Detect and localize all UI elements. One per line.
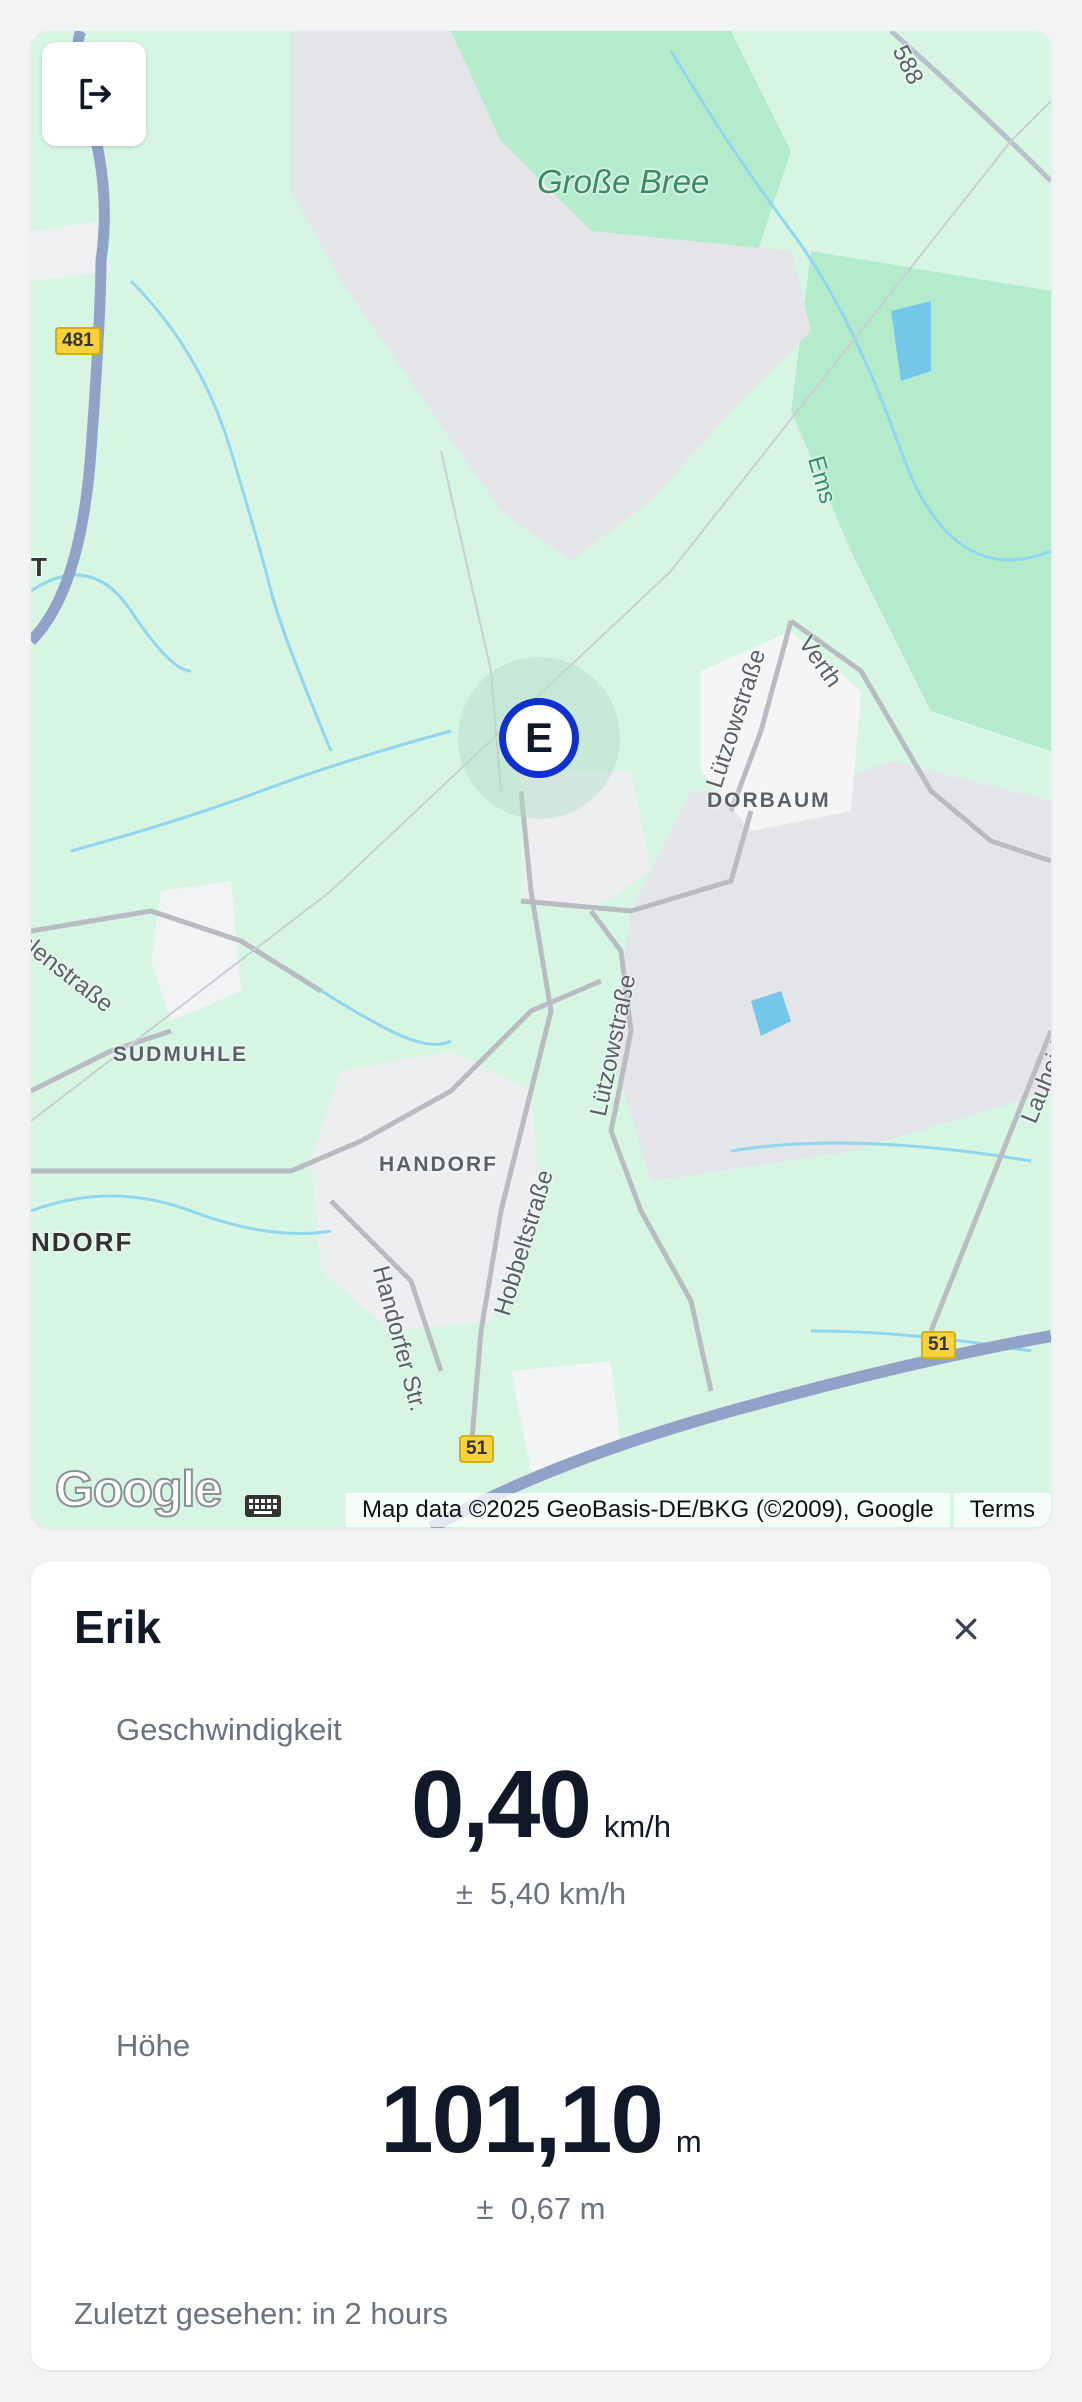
close-button[interactable] bbox=[941, 1604, 991, 1654]
altitude-label: Höhe bbox=[116, 2028, 191, 2063]
person-name: Erik bbox=[74, 1601, 161, 1653]
last-seen-text: Zuletzt gesehen: in 2 hours bbox=[74, 2296, 448, 2331]
altitude-unit: m bbox=[675, 2124, 702, 2159]
person-info-card: Erik Geschwindigkeit 0,40 km/h ± 5,40 km… bbox=[31, 1562, 1051, 2370]
altitude-value: 101,10 bbox=[380, 2066, 664, 2173]
map-view[interactable]: Große Bree DORBAUM SUDMUHLE HANDORF NDOR… bbox=[31, 31, 1051, 1528]
keyboard-shortcuts-icon[interactable] bbox=[244, 1494, 282, 1518]
place-label-handorf: HANDORF bbox=[379, 1153, 498, 1176]
place-label-ndorf: NDORF bbox=[31, 1227, 134, 1257]
altitude-accuracy: ± 0,67 m bbox=[476, 2191, 606, 2226]
speed-value: 0,40 bbox=[410, 1751, 592, 1858]
road-shield-51-south: 51 bbox=[459, 1435, 495, 1463]
speed-unit: km/h bbox=[603, 1809, 672, 1844]
altitude-value-row: 101,10 m bbox=[31, 2065, 1051, 2175]
place-label-dorbaum: DORBAUM bbox=[707, 789, 831, 812]
place-label-sudmuhle: SUDMUHLE bbox=[113, 1043, 248, 1066]
speed-label: Geschwindigkeit bbox=[116, 1712, 342, 1747]
attribution-text: Map data ©2025 GeoBasis-DE/BKG (©2009), … bbox=[345, 1493, 950, 1527]
google-logo[interactable]: Google bbox=[54, 1460, 223, 1518]
location-marker[interactable]: E bbox=[499, 698, 579, 778]
map-attribution: Map data ©2025 GeoBasis-DE/BKG (©2009), … bbox=[345, 1492, 1051, 1528]
logout-icon bbox=[80, 78, 111, 110]
close-icon bbox=[955, 1618, 977, 1640]
road-shield-51-east: 51 bbox=[921, 1331, 957, 1359]
logout-button[interactable] bbox=[42, 42, 146, 146]
road-shield-481: 481 bbox=[55, 327, 101, 355]
place-label-grosse-bree: Große Bree bbox=[537, 163, 710, 200]
terms-link[interactable]: Terms bbox=[953, 1493, 1051, 1527]
speed-value-row: 0,40 km/h bbox=[31, 1750, 1051, 1860]
speed-accuracy: ± 5,40 km/h bbox=[455, 1876, 627, 1911]
place-label-t: T bbox=[31, 552, 49, 582]
